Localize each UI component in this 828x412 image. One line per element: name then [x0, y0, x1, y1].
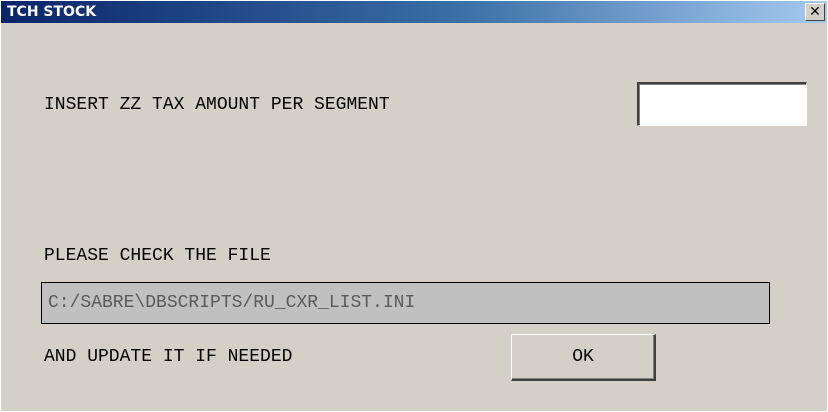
close-button[interactable]: ✕ [805, 3, 825, 21]
file-path-field: C:/SABRE\DBSCRIPTS/RU_CXR_LIST.INI [41, 282, 770, 324]
tax-amount-label: INSERT ZZ TAX AMOUNT PER SEGMENT [44, 95, 390, 115]
ok-button[interactable]: OK [511, 334, 656, 381]
close-icon: ✕ [809, 3, 821, 20]
tax-amount-input[interactable] [637, 82, 807, 126]
dialog-window: TCH STOCK ✕ INSERT ZZ TAX AMOUNT PER SEG… [0, 0, 828, 412]
update-label: AND UPDATE IT IF NEEDED [44, 347, 293, 367]
window-title: TCH STOCK [7, 4, 97, 20]
check-file-label: PLEASE CHECK THE FILE [44, 246, 271, 266]
title-bar[interactable]: TCH STOCK ✕ [1, 1, 827, 23]
